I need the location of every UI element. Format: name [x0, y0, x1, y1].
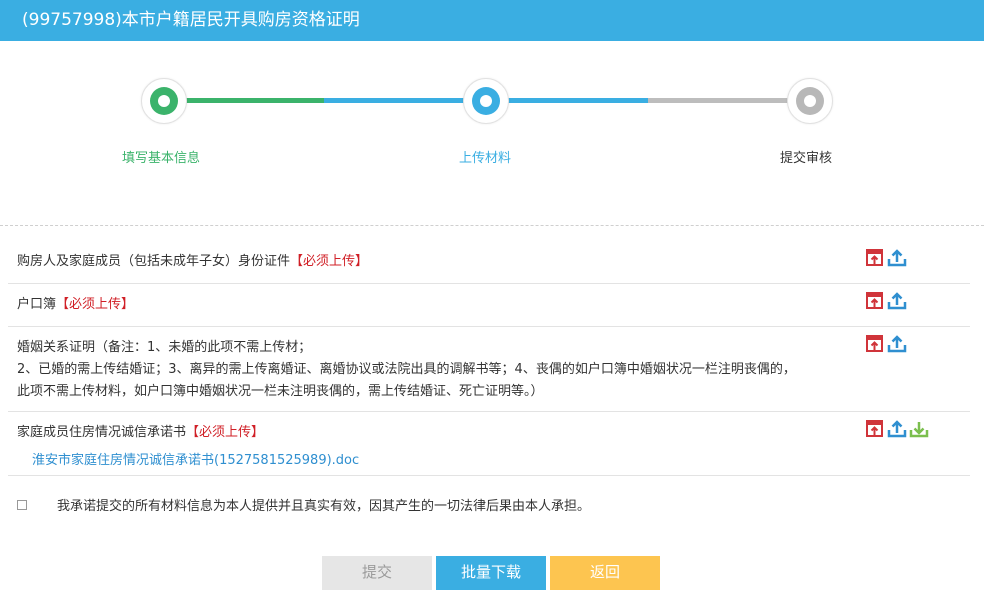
step-2-label: 上传材料 — [459, 151, 512, 166]
material-desc-line: 婚姻关系证明（备注：1、未婚的此项不需上传材； — [17, 340, 312, 355]
material-desc-line: 此项不需上传材料，如户口簿中婚姻状况一栏未注明丧偶的，需上传结婚证、死亡证明等。… — [17, 384, 544, 399]
upload-icon[interactable] — [887, 291, 907, 311]
material-actions — [865, 248, 907, 268]
upload-icon[interactable] — [887, 419, 907, 439]
material-desc-line: 2、已婚的需上传结婚证；3、离异的需上传离婚证、离婚协议或法院出具的调解书等；4… — [17, 362, 796, 377]
required-tag: 【必须上传】 — [290, 254, 369, 269]
material-actions — [865, 334, 907, 354]
template-icon[interactable] — [865, 248, 885, 268]
back-button[interactable]: 返回 — [550, 556, 660, 590]
template-icon[interactable] — [865, 291, 885, 311]
material-name: 户口簿 — [17, 297, 57, 312]
promise-checkbox[interactable] — [17, 499, 27, 510]
material-name: 家庭成员住房情况诚信承诺书 — [17, 425, 187, 440]
upload-icon[interactable] — [887, 248, 907, 268]
step-1-label: 填写基本信息 — [122, 151, 201, 166]
material-row: 家庭成员住房情况诚信承诺书【必须上传】 淮安市家庭住房情况诚信承诺书(15275… — [8, 412, 970, 476]
material-actions — [865, 291, 907, 311]
step-1-node — [141, 78, 187, 124]
material-actions — [865, 419, 929, 439]
template-icon[interactable] — [865, 334, 885, 354]
material-desc: 婚姻关系证明（备注：1、未婚的此项不需上传材； 2、已婚的需上传结婚证；3、离异… — [17, 337, 857, 403]
progress-track-done — [164, 98, 324, 103]
promise-row: 我承诺提交的所有材料信息为本人提供并且真实有效，因其产生的一切法律后果由本人承担… — [17, 495, 590, 514]
template-icon[interactable] — [865, 419, 885, 439]
promise-text: 我承诺提交的所有材料信息为本人提供并且真实有效，因其产生的一切法律后果由本人承担… — [57, 499, 591, 514]
material-row: 户口簿【必须上传】 — [8, 284, 970, 327]
page-title: (99757998)本市户籍居民开具购房资格证明 — [22, 10, 360, 30]
material-row: 婚姻关系证明（备注：1、未婚的此项不需上传材； 2、已婚的需上传结婚证；3、离异… — [8, 327, 970, 412]
step-3-label: 提交审核 — [780, 151, 833, 166]
page-header: (99757998)本市户籍居民开具购房资格证明 — [0, 0, 984, 41]
progress-track-pending — [648, 98, 810, 103]
material-row: 购房人及家庭成员（包括未成年子女）身份证件【必须上传】 — [8, 240, 970, 284]
required-tag: 【必须上传】 — [186, 425, 265, 440]
progress-steps: 填写基本信息 上传材料 提交审核 — [0, 41, 984, 226]
batch-download-button[interactable]: 批量下载 — [436, 556, 546, 590]
material-name: 购房人及家庭成员（包括未成年子女）身份证件 — [17, 254, 291, 269]
submit-button[interactable]: 提交 — [322, 556, 432, 590]
download-icon[interactable] — [909, 419, 929, 439]
uploaded-file-link[interactable]: 淮安市家庭住房情况诚信承诺书(1527581525989).doc — [32, 449, 359, 468]
material-desc: 购房人及家庭成员（包括未成年子女）身份证件【必须上传】 — [17, 251, 857, 273]
divider — [0, 225, 984, 226]
upload-icon[interactable] — [887, 334, 907, 354]
material-desc: 户口簿【必须上传】 — [17, 294, 857, 316]
step-2-node — [463, 78, 509, 124]
required-tag: 【必须上传】 — [56, 297, 135, 312]
step-3-node — [787, 78, 833, 124]
material-desc: 家庭成员住房情况诚信承诺书【必须上传】 — [17, 422, 857, 444]
